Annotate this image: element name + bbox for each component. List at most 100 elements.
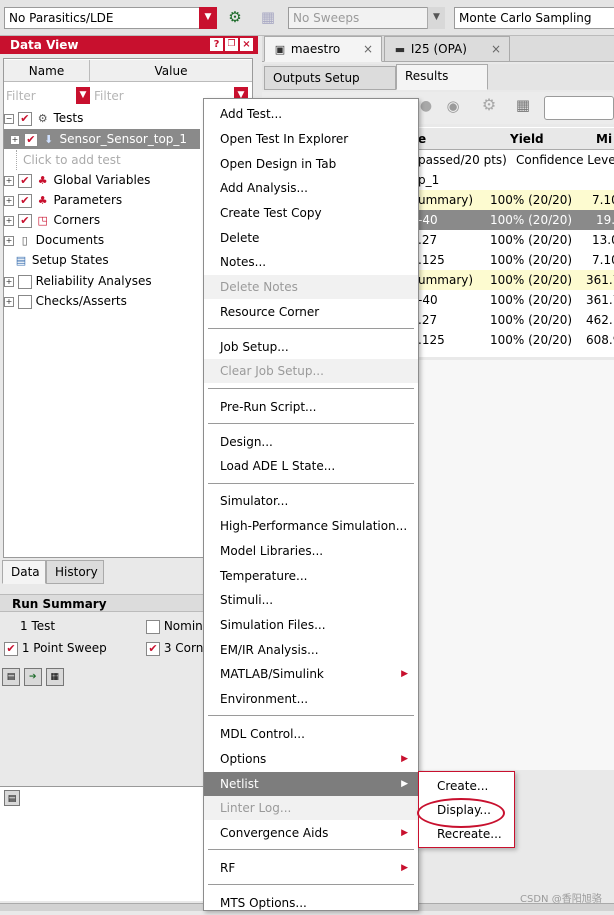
results-table-icon[interactable]: ▦ xyxy=(512,98,534,118)
name-filter-funnel-icon[interactable]: ▼ xyxy=(76,87,90,104)
menu-item-matlab-simulink[interactable]: MATLAB/Simulink ▶ xyxy=(204,662,418,686)
column-header-name[interactable]: Name xyxy=(4,60,90,82)
menu-item-stimuli[interactable]: Stimuli... xyxy=(204,588,418,612)
close-icon[interactable]: × xyxy=(363,37,373,61)
panel-close-icon[interactable]: × xyxy=(240,38,253,51)
table-row[interactable]: p_1 xyxy=(418,170,614,190)
table-row[interactable]: .27 100% (20/20) 13.0 xyxy=(418,230,614,250)
table-row[interactable]: .125 100% (20/20) 7.10 xyxy=(418,250,614,270)
tab-results[interactable]: Results xyxy=(396,64,488,90)
menu-item-design[interactable]: Design... xyxy=(204,430,418,454)
menu-item-add-test[interactable]: Add Test... xyxy=(204,102,418,126)
table-row[interactable]: .27 100% (20/20) 462.1 xyxy=(418,310,614,330)
table-row[interactable]: ummary) 100% (20/20) 361.7 xyxy=(418,270,614,290)
panel-float-icon[interactable]: ❐ xyxy=(225,38,238,51)
tree-item-sensor-test[interactable]: + ✔ ⬇ Sensor_Sensor_top_1 xyxy=(4,129,200,149)
lower-pane-icon[interactable]: ▤ xyxy=(4,790,20,806)
close-icon[interactable]: × xyxy=(491,37,501,61)
tree-item-corners[interactable]: + ✔ ◳ Corners xyxy=(4,210,200,230)
col-header-min[interactable]: Mi xyxy=(596,128,612,150)
expand-icon[interactable]: + xyxy=(4,296,14,307)
parasitics-dropdown-button[interactable]: ▼ xyxy=(199,7,217,29)
corners-count-checkbox[interactable]: ✔ xyxy=(146,641,160,656)
menu-item-delete[interactable]: Delete xyxy=(204,226,418,250)
menu-item-model-libraries[interactable]: Model Libraries... xyxy=(204,539,418,563)
parasitics-combo[interactable]: No Parasitics/LDE xyxy=(4,7,200,29)
results-circle-icon-2[interactable]: ◉ xyxy=(444,99,462,117)
menu-item-convergence-aids[interactable]: Convergence Aids ▶ xyxy=(204,821,418,845)
menu-item-load-ade-l-state[interactable]: Load ADE L State... xyxy=(204,454,418,478)
table-row[interactable]: .125 100% (20/20) 608.9 xyxy=(418,330,614,350)
global-variables-checkbox[interactable]: ✔ xyxy=(17,173,32,188)
run-mode-combo[interactable]: Monte Carlo Sampling xyxy=(454,7,614,29)
sweeps-combo[interactable]: No Sweeps xyxy=(288,7,428,29)
expand-icon[interactable]: + xyxy=(10,134,20,145)
tab-outputs-setup[interactable]: Outputs Setup xyxy=(264,66,396,90)
nominal-checkbox[interactable] xyxy=(146,619,160,634)
menu-item-resource-corner[interactable]: Resource Corner xyxy=(204,300,418,324)
results-view-combo[interactable] xyxy=(544,96,614,120)
parameters-checkbox[interactable]: ✔ xyxy=(17,193,32,208)
menu-item-open-test-in-explorer[interactable]: Open Test In Explorer xyxy=(204,127,418,151)
menu-item-open-design-in-tab[interactable]: Open Design in Tab xyxy=(204,152,418,176)
tree-item-tests[interactable]: − ✔ ⚙ Tests xyxy=(4,108,204,128)
name-filter-input[interactable]: Filter xyxy=(4,86,76,106)
tree-item-parameters[interactable]: + ✔ ♣ Parameters xyxy=(4,190,200,210)
history-list-icon[interactable]: ▤ xyxy=(2,668,20,686)
table-row[interactable]: -40 100% (20/20) 361.7 xyxy=(418,290,614,310)
menu-item-add-analysis[interactable]: Add Analysis... xyxy=(204,176,418,200)
menu-item-simulation-files[interactable]: Simulation Files... xyxy=(204,613,418,637)
menu-item-pre-run-script[interactable]: Pre-Run Script... xyxy=(204,395,418,419)
history-run-icon[interactable]: ➔ xyxy=(23,668,42,686)
menu-item-high-performance-simulation[interactable]: High-Performance Simulation... xyxy=(204,514,418,538)
tab-maestro[interactable]: ▣ maestro × xyxy=(264,36,382,62)
table-row[interactable]: ummary) 100% (20/20) 7.10 xyxy=(418,190,614,210)
menu-item-notes[interactable]: Notes... xyxy=(204,250,418,274)
run-summary-point-sweep[interactable]: ✔ 1 Point Sweep xyxy=(4,638,107,658)
column-header-value[interactable]: Value xyxy=(90,60,252,82)
gear-run-icon[interactable]: ⚙ xyxy=(226,10,244,28)
tree-item-global-variables[interactable]: + ✔ ♣ Global Variables xyxy=(4,170,200,190)
expand-icon[interactable]: + xyxy=(4,195,14,206)
sweep-grid-icon[interactable]: ▦ xyxy=(258,10,278,28)
tests-checkbox[interactable]: ✔ xyxy=(17,111,32,126)
menu-item-em-ir-analysis[interactable]: EM/IR Analysis... xyxy=(204,638,418,662)
expand-icon[interactable]: + xyxy=(4,175,14,186)
checks-checkbox[interactable] xyxy=(17,294,32,309)
col-header-yield[interactable]: Yield xyxy=(510,128,544,150)
tree-item-add-test[interactable]: Click to add test xyxy=(16,150,196,170)
tab-i25-opa[interactable]: ▬ I25 (OPA) × xyxy=(384,36,510,62)
menu-item-create-test-copy[interactable]: Create Test Copy xyxy=(204,201,418,225)
point-sweep-checkbox[interactable]: ✔ xyxy=(4,641,18,656)
menu-item-options[interactable]: Options ▶ xyxy=(204,747,418,771)
menu-item-job-setup[interactable]: Job Setup... xyxy=(204,335,418,359)
panel-help-icon[interactable]: ? xyxy=(210,38,223,51)
tab-data[interactable]: Data xyxy=(2,560,46,584)
run-summary-nominal[interactable]: Nomin xyxy=(146,616,203,636)
sensor-test-checkbox[interactable]: ✔ xyxy=(23,132,38,147)
reliability-checkbox[interactable] xyxy=(17,274,32,289)
tree-item-setup-states[interactable]: ▤ Setup States xyxy=(14,250,200,270)
menu-item-environment[interactable]: Environment... xyxy=(204,687,418,711)
history-grid-icon[interactable]: ▦ xyxy=(45,668,64,686)
tab-history[interactable]: History xyxy=(46,560,104,584)
menu-item-mdl-control[interactable]: MDL Control... xyxy=(204,722,418,746)
tree-item-checks-asserts[interactable]: + Checks/Asserts xyxy=(4,291,200,311)
menu-item-rf[interactable]: RF ▶ xyxy=(204,856,418,880)
menu-item-temperature[interactable]: Temperature... xyxy=(204,564,418,588)
results-circle-icon-1[interactable]: ● xyxy=(418,99,434,115)
collapse-icon[interactable]: − xyxy=(4,113,14,124)
expand-icon[interactable]: + xyxy=(4,276,14,287)
tree-item-documents[interactable]: + ▯ Documents xyxy=(4,230,200,250)
menu-item-mts-options[interactable]: MTS Options... xyxy=(204,891,418,915)
sweeps-dropdown-button[interactable]: ▼ xyxy=(427,7,445,29)
expand-icon[interactable]: + xyxy=(4,235,14,246)
results-settings-icon[interactable]: ⚙ xyxy=(478,97,500,118)
run-summary-corners[interactable]: ✔ 3 Corn xyxy=(146,638,203,658)
tree-item-reliability-analyses[interactable]: + Reliability Analyses xyxy=(4,271,200,291)
corners-checkbox[interactable]: ✔ xyxy=(17,213,32,228)
table-row[interactable]: -40 100% (20/20) 19. xyxy=(418,210,614,230)
menu-item-simulator[interactable]: Simulator... xyxy=(204,489,418,513)
expand-icon[interactable]: + xyxy=(4,215,14,226)
submenu-item-create[interactable]: Create... xyxy=(419,774,514,798)
